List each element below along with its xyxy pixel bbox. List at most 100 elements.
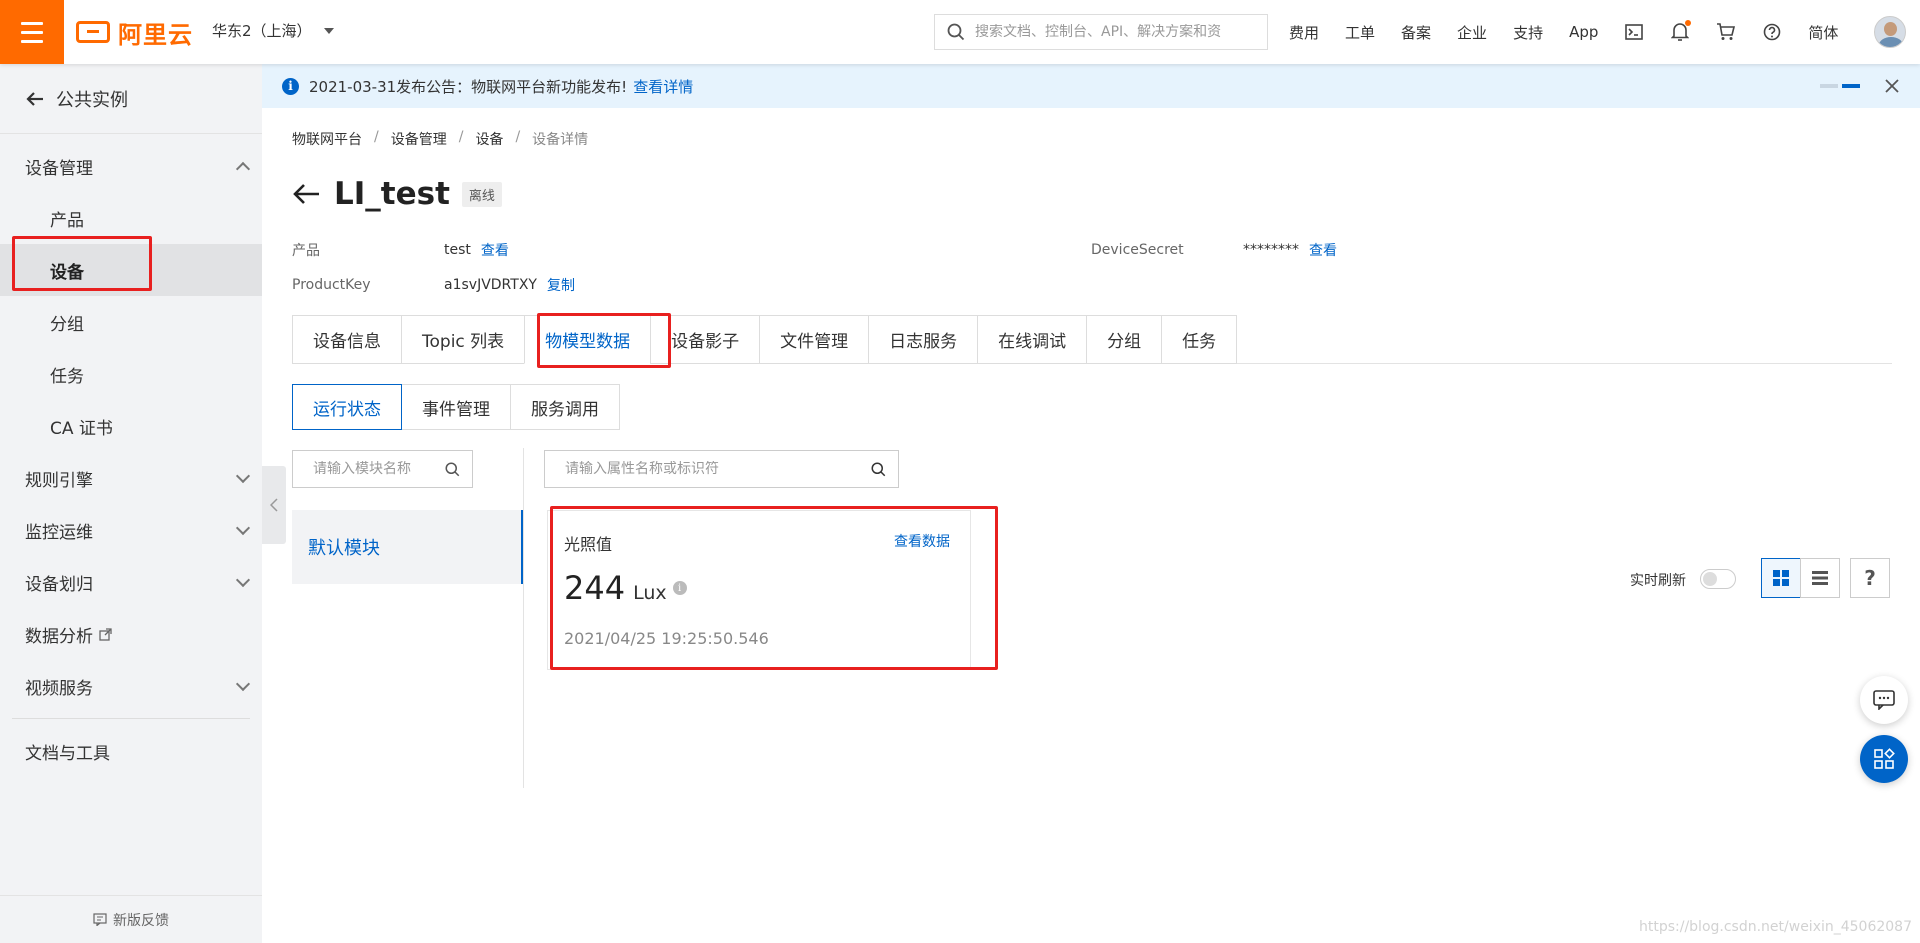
tab-online-debug[interactable]: 在线调试	[977, 315, 1087, 364]
apps-float-button[interactable]	[1860, 735, 1908, 783]
sub-tabs: 运行状态 事件管理 服务调用	[292, 384, 620, 430]
module-default[interactable]: 默认模块	[292, 510, 523, 584]
nav-app[interactable]: App	[1569, 23, 1598, 41]
close-icon[interactable]	[1882, 76, 1902, 96]
module-search-input[interactable]	[313, 461, 443, 477]
sidebar-item-task[interactable]: 任务	[0, 348, 262, 400]
search-icon[interactable]	[445, 462, 460, 477]
title-row: LI_test 离线	[292, 176, 502, 212]
sidebar: 公共实例 设备管理 产品 设备 分组 任务 CA 证书 规则引擎 监控运维 设备…	[0, 64, 262, 943]
sidebar-item-device[interactable]: 设备	[0, 244, 262, 296]
global-search-input[interactable]	[975, 24, 1255, 40]
tab-device-shadow[interactable]: 设备影子	[650, 315, 760, 364]
subtab-run-status[interactable]: 运行状态	[292, 384, 402, 430]
question-icon: ?	[1864, 566, 1876, 590]
tab-file-mgmt[interactable]: 文件管理	[759, 315, 869, 364]
nav-tickets[interactable]: 工单	[1345, 22, 1375, 43]
sidebar-section-label: 监控运维	[25, 522, 93, 543]
arrow-left-icon	[26, 91, 43, 106]
aliyun-logo[interactable]: 阿里云	[76, 14, 193, 50]
grid-view-button[interactable]	[1761, 558, 1801, 598]
bell-icon[interactable]	[1670, 20, 1692, 42]
feedback-button[interactable]: 新版反馈	[0, 895, 262, 943]
sidebar-item-ca-cert[interactable]: CA 证书	[0, 400, 262, 452]
region-selector[interactable]: 华东2（上海）	[212, 20, 334, 41]
realtime-refresh-toggle[interactable]	[1700, 569, 1736, 589]
sidebar-section-label: 规则引擎	[25, 470, 93, 491]
terminal-icon[interactable]	[1624, 22, 1644, 42]
chat-float-button[interactable]	[1860, 676, 1908, 724]
menu-icon[interactable]	[0, 0, 64, 64]
search-icon[interactable]	[871, 462, 886, 477]
sidebar-group-device-mgmt[interactable]: 设备管理	[0, 140, 262, 192]
nav-support[interactable]: 支持	[1513, 22, 1543, 43]
grid-icon	[1773, 570, 1789, 586]
property-card: 光照值 查看数据 244 Lux i 2021/04/25 19:25:50.5…	[547, 510, 971, 670]
nav-enterprise[interactable]: 企业	[1457, 22, 1487, 43]
sidebar-section-device-assign[interactable]: 设备划归	[0, 556, 262, 608]
sidebar-section-monitor[interactable]: 监控运维	[0, 504, 262, 556]
caret-down-icon	[323, 27, 334, 34]
tab-log-service[interactable]: 日志服务	[868, 315, 978, 364]
avatar[interactable]	[1874, 16, 1906, 48]
crumb-iot-platform[interactable]: 物联网平台	[292, 129, 362, 149]
module-search[interactable]	[292, 450, 473, 488]
meta-label: DeviceSecret	[1091, 242, 1184, 258]
back-to-instance[interactable]: 公共实例	[0, 64, 262, 134]
view-secret-link[interactable]: 查看	[1309, 240, 1337, 260]
property-search[interactable]	[544, 450, 899, 488]
nav-fees[interactable]: 费用	[1289, 22, 1319, 43]
info-icon[interactable]: i	[672, 581, 687, 595]
view-product-link[interactable]: 查看	[481, 240, 509, 260]
property-search-input[interactable]	[565, 461, 865, 477]
global-search[interactable]	[934, 14, 1268, 50]
help-icon[interactable]	[1762, 22, 1782, 42]
crumb-device-detail: 设备详情	[532, 132, 589, 148]
sidebar-section-video[interactable]: 视频服务	[0, 660, 262, 712]
detail-tabs: 设备信息 Topic 列表 物模型数据 设备影子 文件管理 日志服务 在线调试 …	[292, 315, 1892, 364]
subtab-event-mgmt[interactable]: 事件管理	[402, 384, 511, 430]
property-value-row: 244 Lux i	[564, 569, 687, 607]
tab-group[interactable]: 分组	[1086, 315, 1162, 364]
crumb-device-mgmt[interactable]: 设备管理	[391, 129, 447, 149]
lang-switch[interactable]: 简体	[1808, 22, 1838, 43]
sidebar-item-group[interactable]: 分组	[0, 296, 262, 348]
pager-dot[interactable]	[1820, 84, 1838, 88]
cart-icon[interactable]	[1716, 22, 1736, 42]
chevron-left-icon	[270, 498, 278, 512]
page-title: LI_test	[334, 176, 450, 212]
notice-link[interactable]: 查看详情	[633, 76, 693, 97]
collapse-sidebar-handle[interactable]	[262, 466, 286, 544]
nav-icp[interactable]: 备案	[1401, 22, 1431, 43]
subtab-service-call[interactable]: 服务调用	[511, 384, 620, 430]
notice-pager[interactable]	[1820, 84, 1860, 88]
meta-devicesecret: DeviceSecret ******** 查看	[1091, 240, 1337, 260]
tab-task[interactable]: 任务	[1161, 315, 1238, 364]
sidebar-section-label: 数据分析	[25, 626, 93, 647]
tab-thing-model-data[interactable]: 物模型数据	[524, 315, 651, 364]
crumb-device[interactable]: 设备	[475, 129, 503, 149]
logo-mark-icon	[76, 21, 110, 43]
region-label: 华东2（上海）	[212, 22, 312, 40]
breadcrumb: 物联网平台 / 设备管理 / 设备 / 设备详情	[292, 129, 588, 149]
chat-icon	[1873, 690, 1895, 710]
crumb-separator: /	[374, 129, 379, 145]
tab-device-info[interactable]: 设备信息	[292, 315, 401, 364]
help-question-button[interactable]: ?	[1850, 558, 1890, 598]
sidebar-group-label: 设备管理	[25, 158, 93, 179]
watermark: https://blog.csdn.net/weixin_45062087	[1638, 919, 1912, 935]
list-view-button[interactable]	[1800, 558, 1840, 598]
tab-topic-list[interactable]: Topic 列表	[401, 315, 525, 364]
list-icon	[1812, 571, 1828, 585]
sidebar-section-label: 视频服务	[25, 678, 93, 699]
sidebar-section-data-analysis[interactable]: 数据分析	[0, 608, 262, 660]
meta-product: 产品 test 查看	[292, 240, 509, 260]
sidebar-section-docs[interactable]: 文档与工具	[0, 725, 262, 777]
sidebar-section-rule-engine[interactable]: 规则引擎	[0, 452, 262, 504]
external-link-icon	[99, 627, 112, 641]
sidebar-item-product[interactable]: 产品	[0, 192, 262, 244]
view-data-link[interactable]: 查看数据	[894, 531, 950, 551]
back-arrow-icon[interactable]	[292, 183, 320, 205]
copy-productkey-link[interactable]: 复制	[547, 275, 575, 295]
pager-dot-active[interactable]	[1842, 84, 1860, 88]
